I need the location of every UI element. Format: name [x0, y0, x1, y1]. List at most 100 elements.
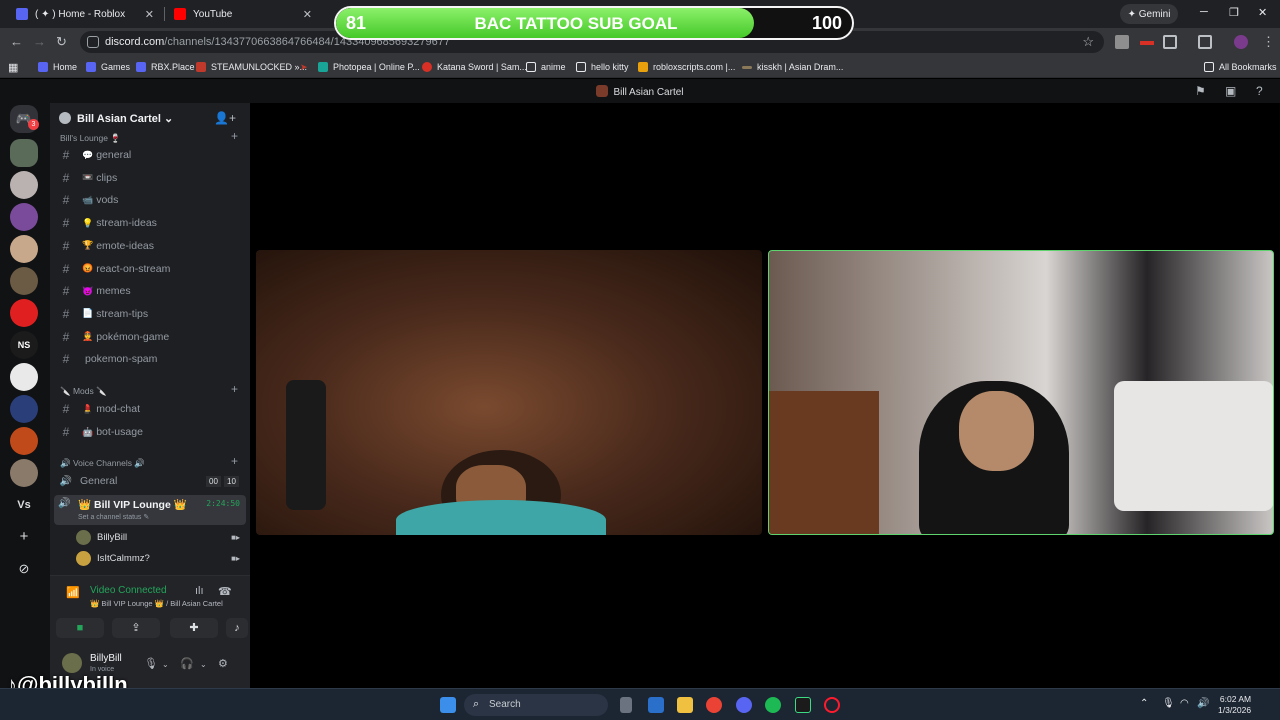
mod-channel-1[interactable]: # 🤖 bot-usage — [56, 422, 244, 442]
tab-youtube[interactable]: YouTube ✕ — [166, 3, 318, 25]
mod-channel-0[interactable]: # 💄 mod-chat — [56, 399, 244, 419]
windows-start-icon[interactable] — [440, 697, 456, 713]
channel-6[interactable]: # 😈 memes — [56, 281, 244, 301]
taskbar-search[interactable]: ⌕ Search — [464, 694, 608, 716]
server-vs[interactable]: Vs — [10, 491, 38, 519]
category-mods[interactable]: 🔪 Mods 🔪 — [60, 386, 107, 397]
headphones-icon[interactable]: 🎧 — [180, 657, 194, 670]
category-voice[interactable]: 🔊 Voice Channels 🔊 — [60, 458, 145, 469]
soundboard-button[interactable]: ♪ — [226, 618, 248, 638]
share-screen-button[interactable]: ⇪ — [112, 618, 160, 638]
channel-3[interactable]: # 💡 stream-ideas — [56, 213, 244, 233]
server-header[interactable]: Bill Asian Cartel ⌄ 👤+ — [50, 103, 250, 133]
noise-suppression-icon[interactable]: ılı — [195, 585, 204, 597]
server-icon[interactable] — [10, 203, 38, 231]
user-name[interactable]: BillyBill — [90, 653, 122, 664]
voice-user[interactable]: BillyBill ■▸ — [76, 527, 244, 547]
video-tile-speaking[interactable] — [768, 250, 1274, 535]
microphone-icon[interactable]: 🎙 — [144, 657, 158, 670]
channel-0[interactable]: # 💬 general — [56, 145, 244, 165]
extensions-puzzle-icon[interactable] — [1163, 35, 1177, 49]
create-channel-icon[interactable]: + — [231, 382, 238, 396]
bookmark-hello-kitty[interactable]: hello kitty — [576, 60, 629, 74]
bookmark-arrow-icon[interactable]: ➤ — [300, 60, 308, 74]
server-icon[interactable] — [10, 427, 38, 455]
help-icon[interactable]: ? — [1256, 84, 1263, 98]
settings-gear-icon[interactable]: ⚙ — [218, 657, 228, 670]
browser-menu-icon[interactable]: ⋮ — [1262, 34, 1275, 50]
bookmark-robloxscripts[interactable]: robloxscripts.com |... — [638, 60, 735, 74]
activities-button[interactable]: ✚ — [170, 618, 218, 638]
forward-icon[interactable]: → — [33, 34, 46, 49]
bookmark-photopea[interactable]: Photopea | Online P... — [318, 60, 420, 74]
connection-signal-icon[interactable]: 📶 — [66, 586, 80, 599]
voice-status[interactable]: Video Connected — [90, 585, 167, 596]
bookmark-rbxplace[interactable]: RBX.Place — [136, 60, 195, 74]
video-tile[interactable] — [256, 250, 762, 535]
channel-2[interactable]: # 📹 vods — [56, 190, 244, 210]
server-icon[interactable] — [10, 299, 38, 327]
add-server-icon[interactable]: + — [10, 523, 38, 551]
reload-icon[interactable]: ↻ — [56, 34, 67, 50]
voice-location[interactable]: 👑 Bill VIP Lounge 👑 / Bill Asian Cartel — [90, 599, 223, 608]
server-icon[interactable] — [10, 267, 38, 295]
channel-9[interactable]: # pokemon-spam — [56, 349, 244, 369]
server-icon[interactable] — [10, 459, 38, 487]
server-ns[interactable]: NS — [10, 331, 38, 359]
close-tab-icon[interactable]: ✕ — [145, 8, 154, 21]
chevron-down-icon[interactable]: ⌄ — [200, 660, 207, 669]
create-channel-icon[interactable]: + — [231, 129, 238, 143]
bookmark-anime[interactable]: anime — [526, 60, 566, 74]
minimize-icon[interactable]: ─ — [1200, 6, 1208, 18]
restore-icon[interactable]: ❐ — [1229, 6, 1239, 19]
tray-mic-icon[interactable]: 🎙 — [1162, 698, 1175, 709]
discord-taskbar-icon[interactable] — [736, 697, 752, 713]
widgets-icon[interactable] — [648, 697, 664, 713]
volume-icon[interactable]: 🔊 — [1197, 698, 1209, 709]
channel-8[interactable]: # 👲 pokémon-game — [56, 327, 244, 347]
channel-1[interactable]: # 📼 clips — [56, 168, 244, 188]
chevron-down-icon[interactable]: ⌄ — [162, 660, 169, 669]
opera-icon[interactable] — [824, 697, 840, 713]
server-icon[interactable] — [10, 395, 38, 423]
avatar[interactable] — [62, 653, 82, 673]
server-bill-asian-cartel[interactable] — [10, 139, 38, 167]
bookmark-star-icon[interactable]: ☆ — [1082, 34, 1094, 50]
flag-icon[interactable]: ⚑ — [1195, 84, 1206, 98]
set-channel-status[interactable]: Set a channel status ✎ — [78, 513, 149, 521]
extension-red-icon[interactable] — [1140, 41, 1154, 45]
back-icon[interactable]: ← — [10, 34, 23, 49]
task-view-icon[interactable] — [620, 697, 632, 713]
gemini-button[interactable]: ✦ Gemini — [1120, 4, 1178, 24]
server-icon[interactable] — [10, 235, 38, 263]
server-icon[interactable] — [10, 363, 38, 391]
chrome-icon[interactable] — [706, 697, 722, 713]
side-panel-icon[interactable] — [1198, 35, 1212, 49]
invite-people-icon[interactable]: 👤+ — [214, 111, 236, 125]
channel-7[interactable]: # 📄 stream-tips — [56, 304, 244, 324]
channel-4[interactable]: # 🏆 emote-ideas — [56, 236, 244, 256]
server-icon[interactable] — [10, 171, 38, 199]
system-clock[interactable]: 6:02 AM 1/3/2026 — [1218, 694, 1251, 716]
bookmark-home[interactable]: Home — [38, 60, 77, 74]
app-icon[interactable] — [795, 697, 811, 713]
disconnect-icon[interactable]: ☎ — [218, 585, 232, 598]
extension-icon[interactable] — [1115, 35, 1129, 49]
close-tab-icon[interactable]: ✕ — [303, 8, 312, 21]
category-lounge[interactable]: Bill's Lounge 🍷 — [60, 133, 121, 144]
wifi-icon[interactable]: ◠ — [1180, 698, 1189, 709]
bookmark-kisskh[interactable]: kisskh | Asian Dram... — [742, 60, 843, 74]
voice-user[interactable]: IsItCalmmz? ■▸ — [76, 548, 244, 568]
create-channel-icon[interactable]: + — [231, 454, 238, 468]
spotify-icon[interactable] — [765, 697, 781, 713]
inbox-icon[interactable]: ▣ — [1225, 84, 1236, 98]
profile-avatar[interactable] — [1234, 35, 1248, 49]
close-window-icon[interactable]: ✕ — [1258, 6, 1267, 19]
channel-5[interactable]: # 😡 react-on-stream — [56, 259, 244, 279]
discover-compass-icon[interactable]: ⊘ — [10, 555, 38, 583]
all-bookmarks[interactable]: All Bookmarks — [1204, 60, 1277, 74]
bookmark-steamunlocked[interactable]: STEAMUNLOCKED »... — [196, 60, 307, 74]
bookmark-katana[interactable]: Katana Sword | Sam... — [422, 60, 527, 74]
camera-button[interactable]: ■ — [56, 618, 104, 638]
tray-chevron-icon[interactable]: ⌃ — [1140, 698, 1148, 709]
